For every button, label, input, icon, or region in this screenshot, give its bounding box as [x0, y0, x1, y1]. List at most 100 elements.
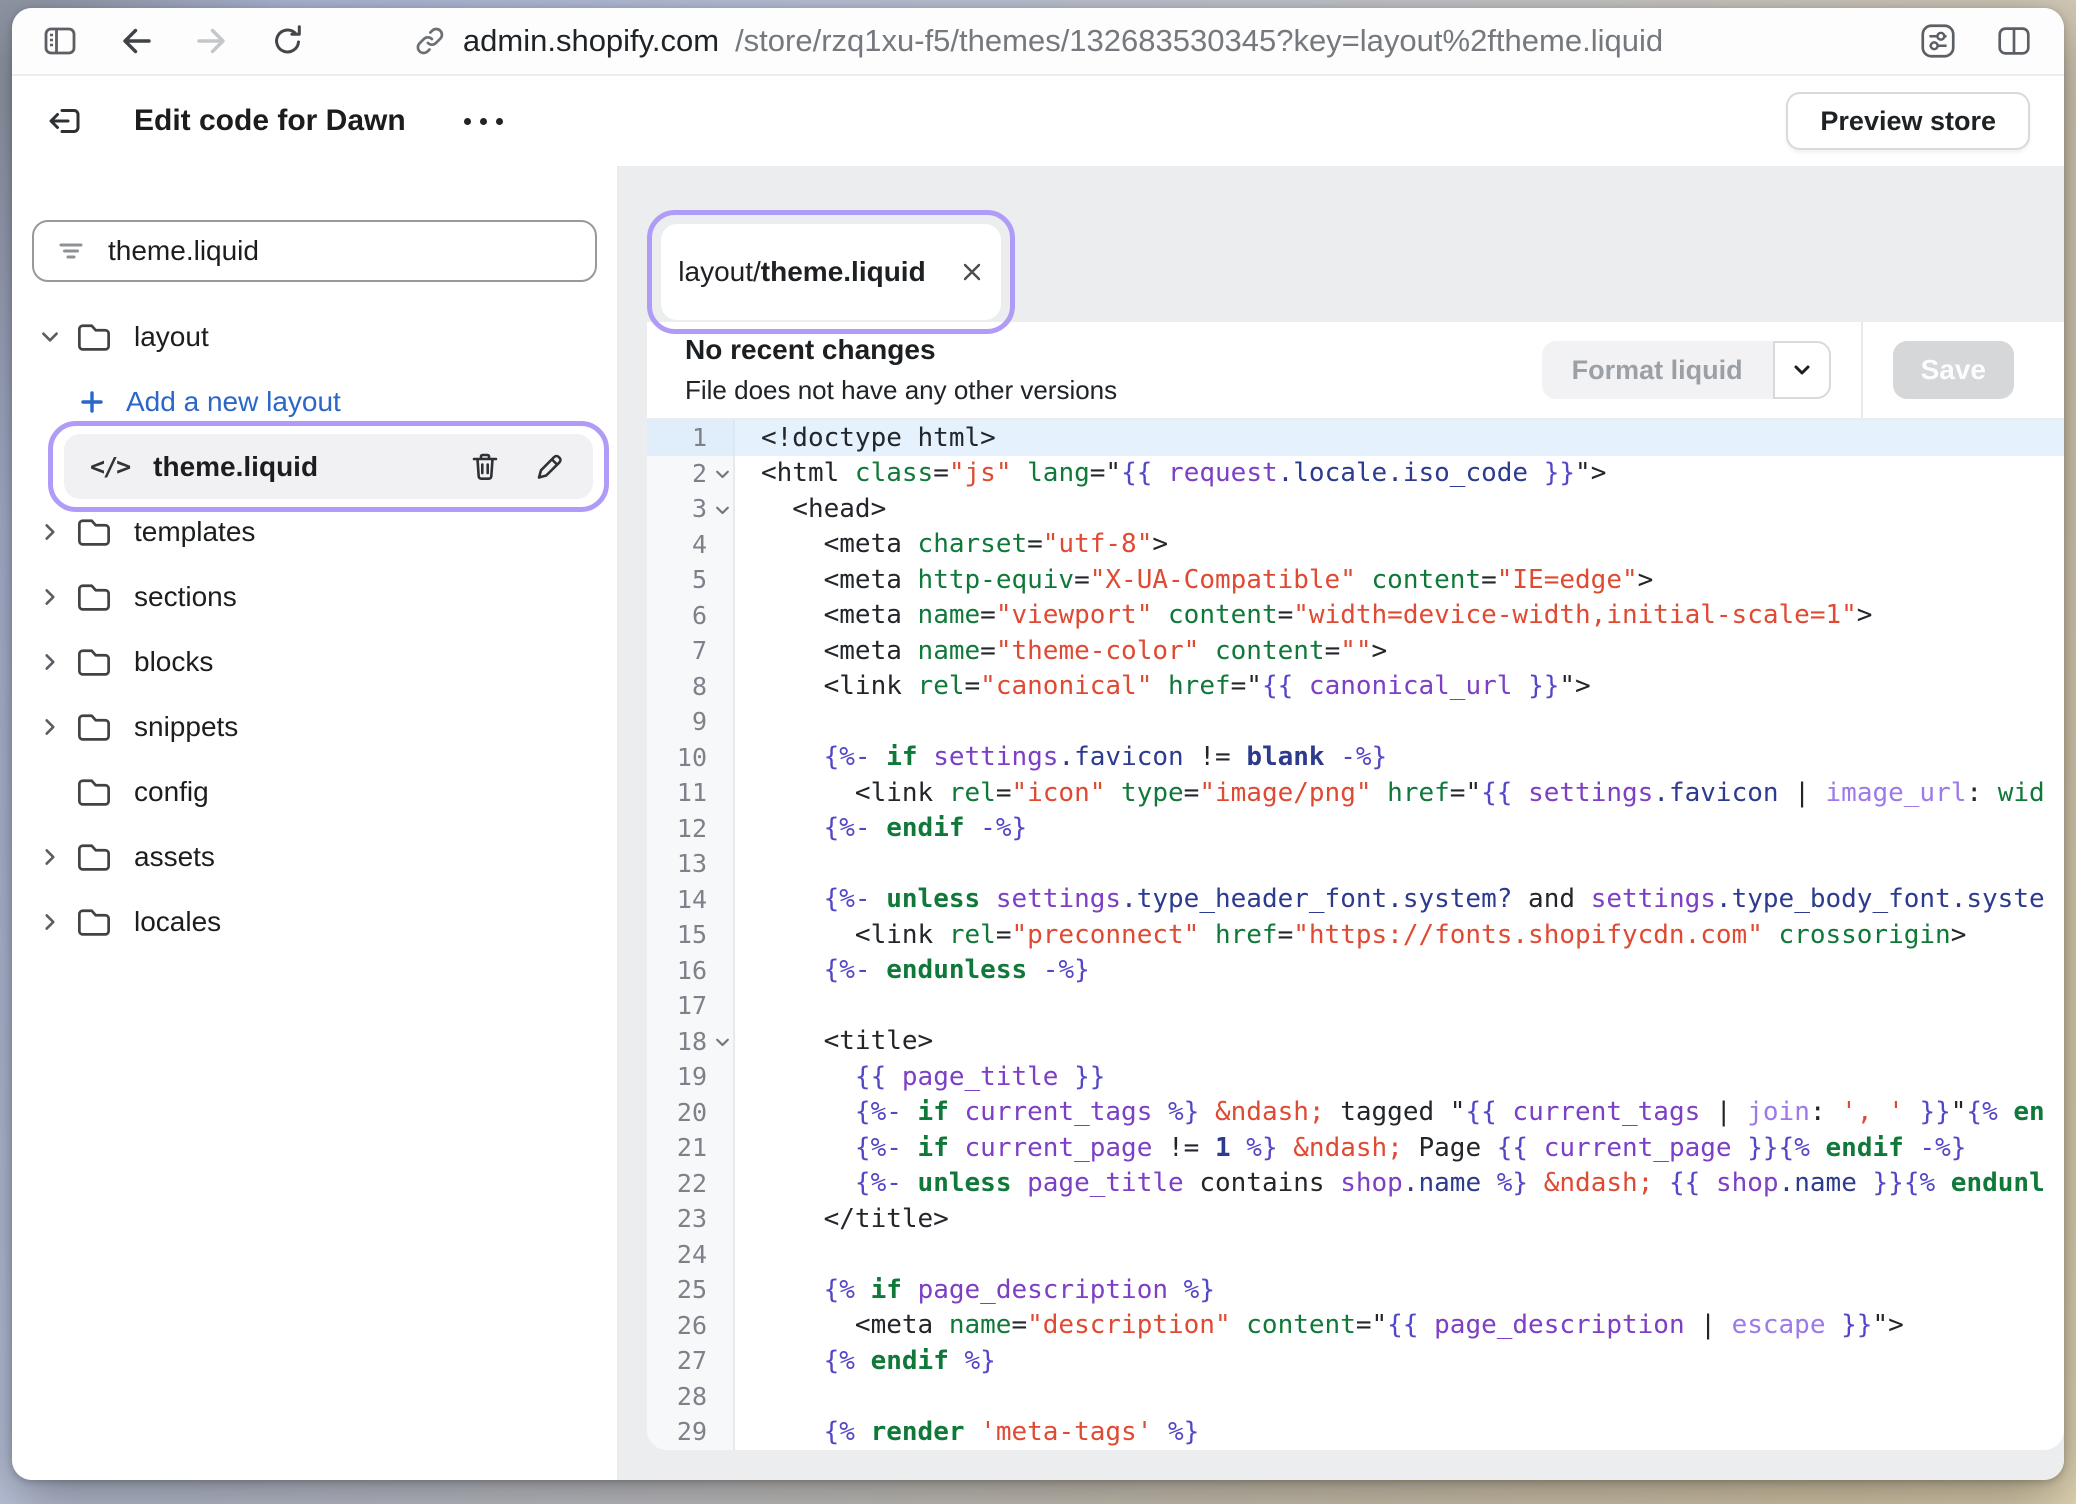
code-line-25[interactable]: 25 {% if page_description %} [647, 1272, 2064, 1308]
folder-icon [74, 646, 114, 678]
infobar-divider [1861, 322, 1863, 418]
code-text: <meta http-equiv="X-UA-Compatible" conte… [735, 565, 2064, 595]
chevron-right-icon[interactable] [36, 521, 64, 543]
chevron-down-icon[interactable] [36, 326, 64, 348]
code-text: <link rel="preconnect" href="https://fon… [735, 920, 2064, 950]
code-line-1[interactable]: 1<!doctype html> [647, 420, 2064, 456]
format-dropdown-button[interactable] [1773, 341, 1831, 399]
code-line-6[interactable]: 6 <meta name="viewport" content="width=d… [647, 598, 2064, 634]
format-liquid-button[interactable]: Format liquid [1542, 341, 1773, 399]
sidebar-folder-config[interactable]: config [12, 759, 617, 824]
fold-toggle-icon[interactable] [714, 466, 731, 483]
code-line-26[interactable]: 26 <meta name="description" content="{{ … [647, 1308, 2064, 1344]
more-options-icon[interactable] [464, 118, 503, 125]
delete-file-icon[interactable] [467, 449, 503, 485]
exit-icon[interactable] [46, 101, 86, 141]
code-line-15[interactable]: 15 <link rel="preconnect" href="https://… [647, 917, 2064, 953]
tab-close-icon[interactable] [960, 260, 984, 284]
fold-toggle-icon[interactable] [714, 501, 731, 518]
code-text: {% if page_description %} [735, 1275, 2064, 1305]
chevron-right-icon[interactable] [36, 716, 64, 738]
folder-label: sections [134, 581, 237, 613]
forward-icon[interactable] [192, 21, 232, 61]
code-line-23[interactable]: 23 </title> [647, 1201, 2064, 1237]
folder-icon [74, 516, 114, 548]
code-line-16[interactable]: 16 {%- endunless -%} [647, 953, 2064, 989]
code-line-10[interactable]: 10 {%- if settings.favicon != blank -%} [647, 740, 2064, 776]
format-liquid-split-button: Format liquid [1542, 341, 1831, 399]
sidebar-folder-blocks[interactable]: blocks [12, 629, 617, 694]
code-text: <meta name="viewport" content="width=dev… [735, 600, 2064, 630]
sidebar-folder-templates[interactable]: templates [12, 499, 617, 564]
code-line-9[interactable]: 9 [647, 704, 2064, 740]
file-sidebar: theme.liquid layoutAdd a new layout</>th… [12, 166, 619, 1480]
split-view-icon[interactable] [1994, 21, 2034, 61]
code-text: <head> [735, 494, 2064, 524]
code-line-2[interactable]: 2<html class="js" lang="{{ request.local… [647, 456, 2064, 492]
sidebar-toggle-icon[interactable] [40, 21, 80, 61]
address-bar[interactable]: admin.shopify.com/store/rzq1xu-f5/themes… [413, 8, 1663, 74]
preview-store-button[interactable]: Preview store [1786, 92, 2030, 150]
sidebar-folder-assets[interactable]: assets [12, 824, 617, 889]
folder-label: locales [134, 906, 221, 938]
code-line-4[interactable]: 4 <meta charset="utf-8"> [647, 527, 2064, 563]
fold-toggle-icon[interactable] [714, 1034, 731, 1051]
code-line-21[interactable]: 21 {%- if current_page != 1 %} &ndash; P… [647, 1130, 2064, 1166]
code-text: <html class="js" lang="{{ request.locale… [735, 458, 2064, 488]
selected-file-item[interactable]: </>theme.liquid [64, 434, 593, 499]
code-line-7[interactable]: 7 <meta name="theme-color" content=""> [647, 633, 2064, 669]
code-line-27[interactable]: 27 {% endif %} [647, 1343, 2064, 1379]
chevron-right-icon[interactable] [36, 651, 64, 673]
code-area[interactable]: 1<!doctype html>2<html class="js" lang="… [647, 420, 2064, 1450]
folder-label: config [134, 776, 209, 808]
sidebar-folder-snippets[interactable]: snippets [12, 694, 617, 759]
line-number: 15 [647, 917, 735, 953]
chevron-right-icon[interactable] [36, 586, 64, 608]
code-line-8[interactable]: 8 <link rel="canonical" href="{{ canonic… [647, 669, 2064, 705]
code-line-5[interactable]: 5 <meta http-equiv="X-UA-Compatible" con… [647, 562, 2064, 598]
sidebar-folder-locales[interactable]: locales [12, 889, 617, 954]
tab-theme-liquid[interactable]: layout/theme.liquid [661, 224, 1001, 320]
code-line-12[interactable]: 12 {%- endif -%} [647, 811, 2064, 847]
line-number: 26 [647, 1308, 735, 1344]
line-number: 17 [647, 988, 735, 1024]
code-line-20[interactable]: 20 {%- if current_tags %} &ndash; tagged… [647, 1095, 2064, 1131]
code-line-17[interactable]: 17 [647, 988, 2064, 1024]
code-line-19[interactable]: 19 {{ page_title }} [647, 1059, 2064, 1095]
code-line-11[interactable]: 11 <link rel="icon" type="image/png" hre… [647, 775, 2064, 811]
code-text: {%- if current_tags %} &ndash; tagged "{… [735, 1097, 2064, 1127]
file-search-input[interactable]: theme.liquid [32, 220, 597, 282]
folder-label: assets [134, 841, 215, 873]
code-text: <meta charset="utf-8"> [735, 529, 2064, 559]
browser-toolbar: admin.shopify.com/store/rzq1xu-f5/themes… [12, 8, 2064, 76]
chevron-right-icon[interactable] [36, 911, 64, 933]
sidebar-file-theme-liquid[interactable]: </>theme.liquid [12, 434, 617, 499]
back-icon[interactable] [116, 21, 156, 61]
line-number: 3 [647, 491, 735, 527]
page-settings-icon[interactable] [1918, 21, 1958, 61]
tab-label: layout/theme.liquid [678, 256, 925, 288]
code-line-3[interactable]: 3 <head> [647, 491, 2064, 527]
reload-icon[interactable] [268, 21, 308, 61]
save-button[interactable]: Save [1893, 341, 2014, 399]
code-line-24[interactable]: 24 [647, 1237, 2064, 1273]
filter-icon [54, 234, 88, 268]
line-number: 20 [647, 1095, 735, 1131]
code-text: <link rel="canonical" href="{{ canonical… [735, 671, 2064, 701]
code-line-13[interactable]: 13 [647, 846, 2064, 882]
sidebar-folder-layout[interactable]: layout [12, 304, 617, 369]
folder-label: blocks [134, 646, 213, 678]
code-line-18[interactable]: 18 <title> [647, 1024, 2064, 1060]
sidebar-action-add-layout[interactable]: Add a new layout [12, 369, 617, 434]
rename-file-icon[interactable] [531, 449, 567, 485]
line-number: 21 [647, 1130, 735, 1166]
code-line-29[interactable]: 29 {% render 'meta-tags' %} [647, 1414, 2064, 1450]
code-line-28[interactable]: 28 [647, 1379, 2064, 1415]
chevron-right-icon[interactable] [36, 846, 64, 868]
folder-label: snippets [134, 711, 238, 743]
sidebar-folder-sections[interactable]: sections [12, 564, 617, 629]
code-line-14[interactable]: 14 {%- unless settings.type_header_font.… [647, 882, 2064, 918]
code-text: <meta name="theme-color" content=""> [735, 636, 2064, 666]
code-line-22[interactable]: 22 {%- unless page_title contains shop.n… [647, 1166, 2064, 1202]
url-path: /store/rzq1xu-f5/themes/132683530345?key… [735, 23, 1663, 59]
